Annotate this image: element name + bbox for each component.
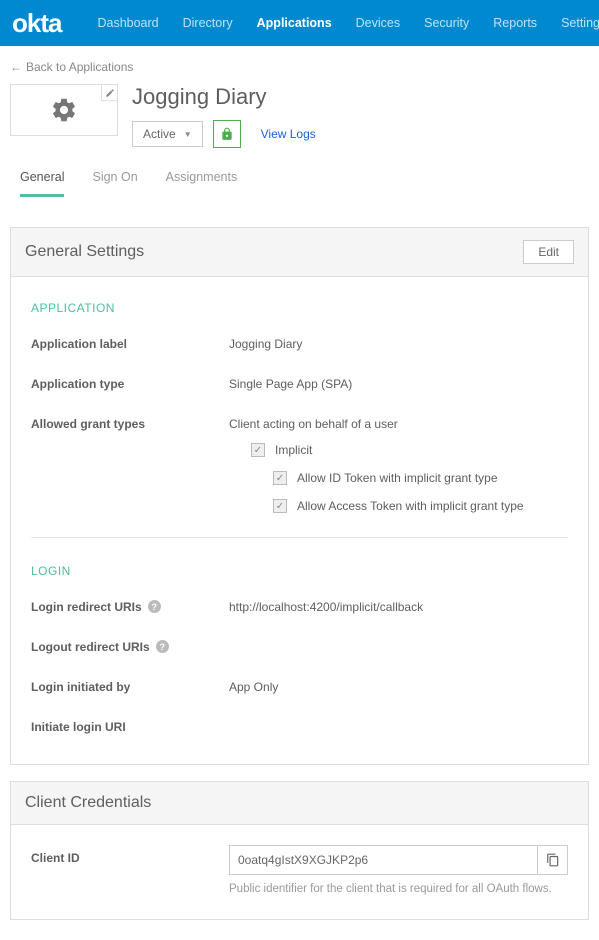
tab-assignments[interactable]: Assignments (166, 170, 238, 197)
caret-down-icon: ▼ (184, 130, 192, 139)
nav-settings[interactable]: Settings (549, 0, 599, 46)
app-tabs: General Sign On Assignments (10, 156, 589, 197)
client-credentials-panel: Client Credentials Client ID Public iden… (10, 781, 589, 920)
section-application-heading: APPLICATION (31, 301, 568, 315)
field-logout-redirect-uris: Logout redirect URIs ? (31, 640, 568, 654)
field-value: Single Page App (SPA) (229, 377, 568, 391)
status-dropdown-label: Active (143, 127, 176, 141)
back-link-label: Back to Applications (26, 60, 133, 74)
field-allowed-grant-types: Allowed grant types Client acting on beh… (31, 417, 568, 527)
field-value (229, 640, 568, 654)
info-icon[interactable]: ? (148, 600, 161, 613)
app-icon-box (10, 84, 118, 136)
app-title: Jogging Diary (132, 84, 316, 110)
field-login-redirect-uris: Login redirect URIs ? http://localhost:4… (31, 600, 568, 614)
general-settings-body: APPLICATION Application label Jogging Di… (11, 277, 588, 764)
tab-general[interactable]: General (20, 170, 64, 197)
app-header: Jogging Diary Active ▼ View Logs (10, 84, 589, 156)
checkbox-icon: ✓ (251, 443, 265, 457)
client-id-input-wrap (229, 845, 568, 875)
top-nav: okta Dashboard Directory Applications De… (0, 0, 599, 46)
copy-client-id-button[interactable] (538, 845, 568, 875)
lock-icon (220, 127, 234, 141)
checkbox-icon: ✓ (273, 499, 287, 513)
field-value: Client acting on behalf of a user ✓ Impl… (229, 417, 568, 527)
pencil-icon (105, 88, 115, 98)
field-value: App Only (229, 680, 568, 694)
general-settings-header: General Settings Edit (11, 228, 588, 277)
field-login-initiated-by: Login initiated by App Only (31, 680, 568, 694)
client-credentials-title: Client Credentials (25, 794, 151, 812)
status-dropdown[interactable]: Active ▼ (132, 121, 203, 147)
field-application-label: Application label Jogging Diary (31, 337, 568, 351)
arrow-left-icon: ← (10, 60, 22, 74)
field-value (229, 720, 568, 734)
field-label: Allowed grant types (31, 417, 229, 527)
okta-logo: okta (12, 8, 61, 39)
client-id-value-container: Public identifier for the client that is… (229, 845, 568, 895)
field-initiate-login-uri: Initiate login URI (31, 720, 568, 734)
field-label-text: Login redirect URIs (31, 600, 142, 614)
field-client-id: Client ID Public identifier for the clie… (31, 845, 568, 895)
field-label: Login redirect URIs ? (31, 600, 229, 614)
client-id-input[interactable] (229, 845, 538, 875)
app-status-indicator (213, 120, 241, 148)
client-credentials-body: Client ID Public identifier for the clie… (11, 825, 588, 919)
nav-applications[interactable]: Applications (245, 0, 344, 46)
nav-reports[interactable]: Reports (481, 0, 549, 46)
field-label: Client ID (31, 845, 229, 865)
app-controls: Active ▼ View Logs (132, 120, 316, 148)
checkbox-label: Allow Access Token with implicit grant t… (297, 499, 524, 513)
nav-links: Dashboard Directory Applications Devices… (85, 0, 599, 46)
field-label: Initiate login URI (31, 720, 229, 734)
nav-directory[interactable]: Directory (171, 0, 245, 46)
field-label: Login initiated by (31, 680, 229, 694)
field-label-text: Logout redirect URIs (31, 640, 150, 654)
checkbox-icon: ✓ (273, 471, 287, 485)
grant-types-sub-label: Client acting on behalf of a user (229, 417, 568, 431)
nav-dashboard[interactable]: Dashboard (85, 0, 170, 46)
checkbox-label: Allow ID Token with implicit grant type (297, 471, 498, 485)
section-login-heading: LOGIN (31, 564, 568, 578)
gear-icon (50, 96, 78, 124)
general-settings-title: General Settings (25, 243, 144, 261)
info-icon[interactable]: ? (156, 640, 169, 653)
field-label: Logout redirect URIs ? (31, 640, 229, 654)
edit-app-icon-button[interactable] (101, 85, 117, 101)
checkbox-implicit: ✓ Implicit (251, 443, 568, 457)
section-divider (31, 537, 568, 538)
app-header-details: Jogging Diary Active ▼ View Logs (132, 84, 316, 148)
page-content: ← Back to Applications Jogging Diary Act… (0, 46, 599, 940)
back-to-applications-link[interactable]: ← Back to Applications (10, 60, 589, 74)
client-id-help-text: Public identifier for the client that is… (229, 883, 568, 895)
general-settings-panel: General Settings Edit APPLICATION Applic… (10, 227, 589, 765)
checkbox-allow-id-token: ✓ Allow ID Token with implicit grant typ… (273, 471, 568, 485)
field-application-type: Application type Single Page App (SPA) (31, 377, 568, 391)
field-label: Application type (31, 377, 229, 391)
clipboard-icon (546, 853, 560, 867)
nav-security[interactable]: Security (412, 0, 481, 46)
field-value: Jogging Diary (229, 337, 568, 351)
field-label: Application label (31, 337, 229, 351)
edit-button[interactable]: Edit (523, 240, 574, 264)
checkbox-allow-access-token: ✓ Allow Access Token with implicit grant… (273, 499, 568, 513)
tab-sign-on[interactable]: Sign On (92, 170, 137, 197)
grant-types-options: ✓ Implicit ✓ Allow ID Token with implici… (251, 443, 568, 513)
view-logs-link[interactable]: View Logs (261, 127, 316, 141)
client-credentials-header: Client Credentials (11, 782, 588, 825)
field-value: http://localhost:4200/implicit/callback (229, 600, 568, 614)
nav-devices[interactable]: Devices (344, 0, 412, 46)
checkbox-label: Implicit (275, 443, 312, 457)
